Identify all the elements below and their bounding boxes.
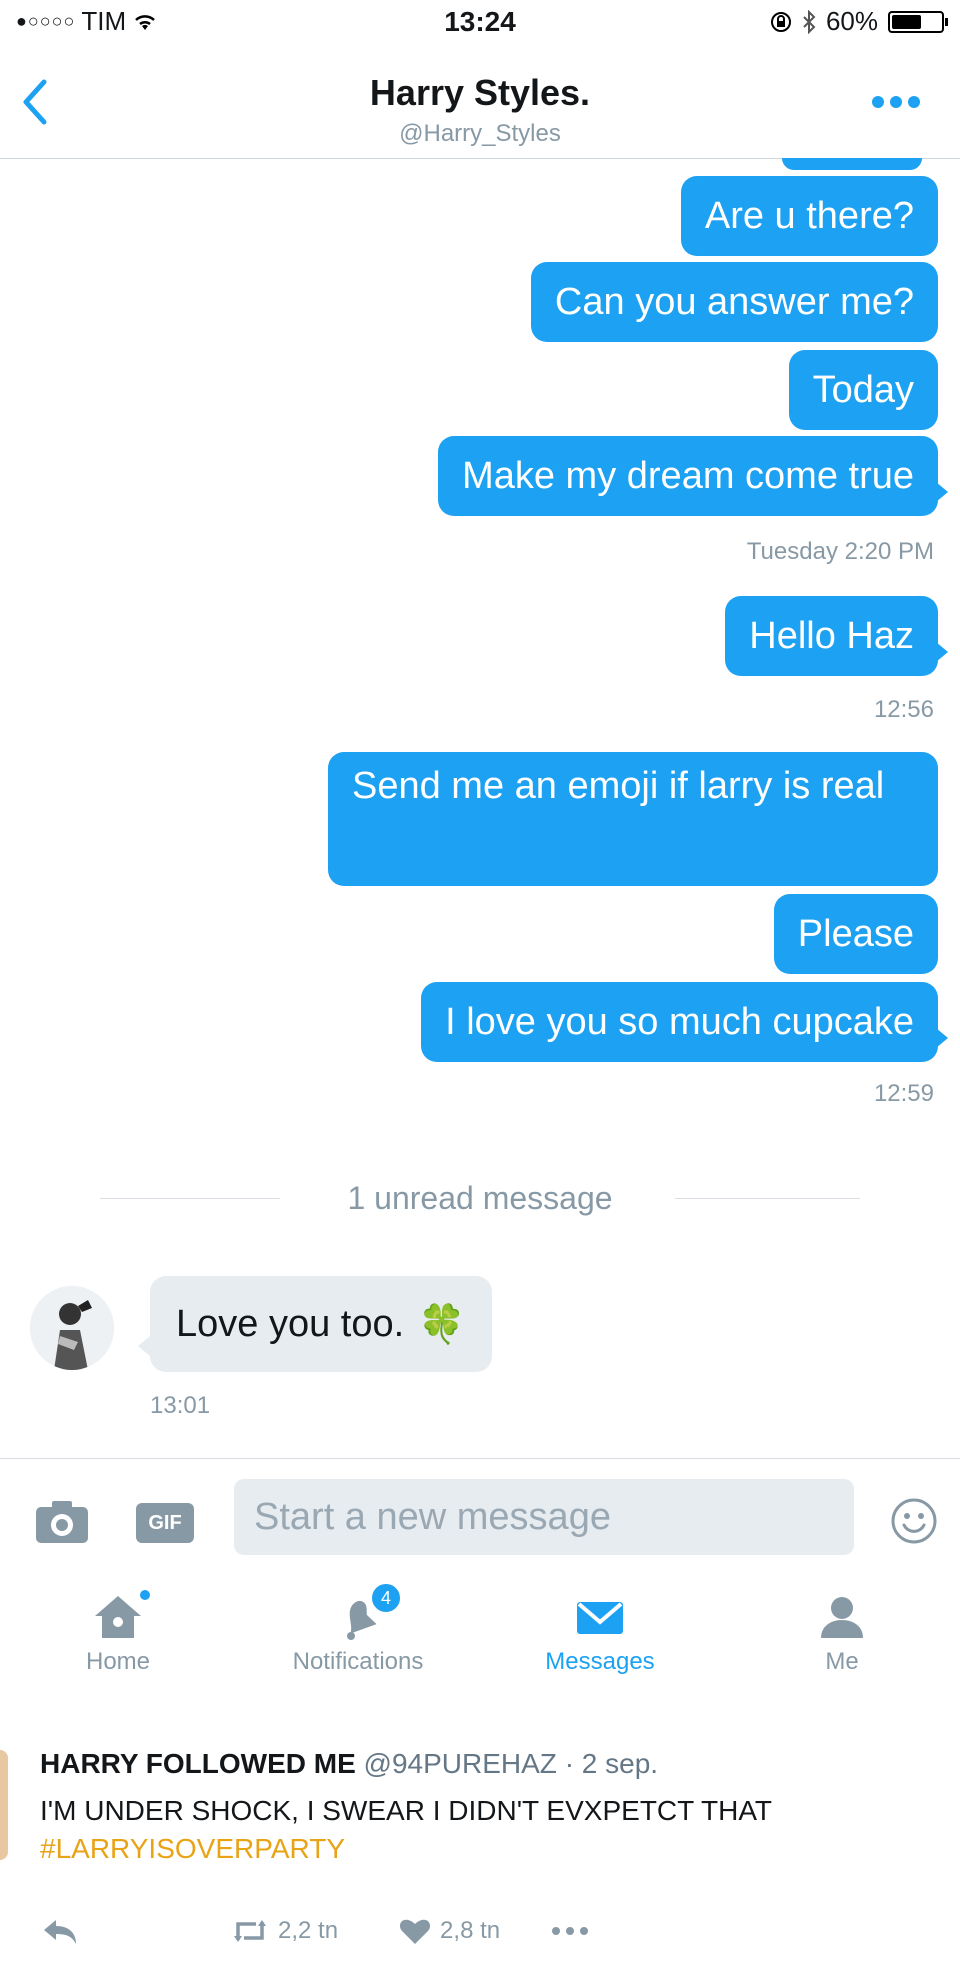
tab-bar: Home 4 Notifications Messages Me xyxy=(0,1568,960,1698)
tab-notifications[interactable]: 4 Notifications xyxy=(258,1568,458,1676)
sent-message[interactable]: Today xyxy=(788,350,938,430)
envelope-icon xyxy=(577,1602,623,1634)
new-content-dot xyxy=(140,1590,150,1600)
tweet-actions: 2,2 tn 2,8 tn xyxy=(40,1916,590,1946)
conversation-handle: @Harry_Styles xyxy=(399,120,561,147)
tweet-author[interactable]: HARRY FOLLOWED ME xyxy=(40,1748,356,1779)
message-timestamp: 12:59 xyxy=(873,1080,934,1107)
sent-message[interactable]: Please xyxy=(773,894,938,974)
tab-me-label: Me xyxy=(825,1648,859,1675)
status-bar: ●○○○○ TIM 13:24 60% xyxy=(0,0,960,44)
notification-count-badge: 4 xyxy=(370,1582,402,1614)
tab-notifications-label: Notifications xyxy=(292,1648,424,1675)
sent-message[interactable]: Send me an emoji if larry is real xyxy=(328,752,938,886)
clipped-message-bubble xyxy=(782,158,922,170)
like-count: 2,8 tn xyxy=(440,1917,501,1944)
more-icon[interactable] xyxy=(550,1925,590,1937)
camera-icon[interactable] xyxy=(34,1499,90,1545)
conversation-title: Harry Styles. xyxy=(369,72,591,113)
avatar[interactable] xyxy=(30,1286,114,1370)
battery-percent: 60% xyxy=(825,6,878,36)
heart-icon xyxy=(399,1919,431,1944)
retweet-action[interactable]: 2,2 tn xyxy=(230,1916,338,1946)
received-message-timestamp: 13:01 xyxy=(150,1392,211,1419)
tweet-body: I'M UNDER SHOCK, I SWEAR I DIDN'T EVXPET… xyxy=(40,1792,940,1868)
tweet[interactable]: HARRY FOLLOWED ME @94PUREHAZ · 2 sep. I'… xyxy=(0,1732,960,1962)
tab-home-label: Home xyxy=(85,1648,151,1675)
tab-messages[interactable]: Messages xyxy=(500,1568,700,1676)
message-timestamp: Tuesday 2:20 PM xyxy=(746,538,934,565)
gif-button[interactable]: GIF xyxy=(136,1503,194,1543)
tab-home[interactable]: Home xyxy=(18,1568,218,1676)
like-action[interactable]: 2,8 tn xyxy=(398,1916,500,1946)
four-leaf-clover-emoji: 🍀 xyxy=(418,1301,466,1346)
message-input[interactable]: Start a new message xyxy=(234,1479,854,1555)
bluetooth-icon xyxy=(803,9,816,34)
sent-message[interactable]: Hello Haz xyxy=(725,596,948,676)
tweet-text: I'M UNDER SHOCK, I SWEAR I DIDN'T EVXPET… xyxy=(40,1795,773,1826)
tab-me[interactable]: Me xyxy=(742,1568,942,1676)
tweet-meta: @94PUREHAZ · 2 sep. xyxy=(363,1748,659,1779)
tweet-hashtag[interactable]: #LARRYISOVERPARTY xyxy=(40,1833,345,1864)
retweet-count: 2,2 tn xyxy=(278,1917,339,1944)
rotation-lock-icon xyxy=(770,11,791,32)
message-timestamp: 12:56 xyxy=(873,696,934,723)
retweet-icon xyxy=(234,1920,266,1942)
tweet-avatar-edge xyxy=(0,1750,8,1860)
profile-icon xyxy=(821,1597,863,1638)
sent-message[interactable]: Are u there? xyxy=(680,176,938,256)
unread-divider-label: 1 unread message xyxy=(347,1180,613,1216)
unread-divider: 1 unread message xyxy=(100,1180,860,1216)
emoji-icon[interactable] xyxy=(890,1497,938,1545)
tab-messages-label: Messages xyxy=(545,1648,655,1675)
received-message-text: Love you too. xyxy=(176,1302,405,1345)
sent-message[interactable]: Can you answer me? xyxy=(530,262,938,342)
home-icon xyxy=(95,1596,141,1638)
sent-message[interactable]: I love you so much cupcake xyxy=(421,982,948,1062)
more-options-icon[interactable] xyxy=(872,96,920,108)
received-message[interactable]: Love you too. 🍀 xyxy=(138,1276,492,1372)
compose-bar: GIF Start a new message xyxy=(0,1458,960,1569)
battery-icon xyxy=(888,10,948,33)
reply-icon[interactable] xyxy=(40,1916,80,1946)
sent-message[interactable]: Make my dream come true xyxy=(438,436,948,516)
conversation-header: Harry Styles. @Harry_Styles xyxy=(0,44,960,159)
